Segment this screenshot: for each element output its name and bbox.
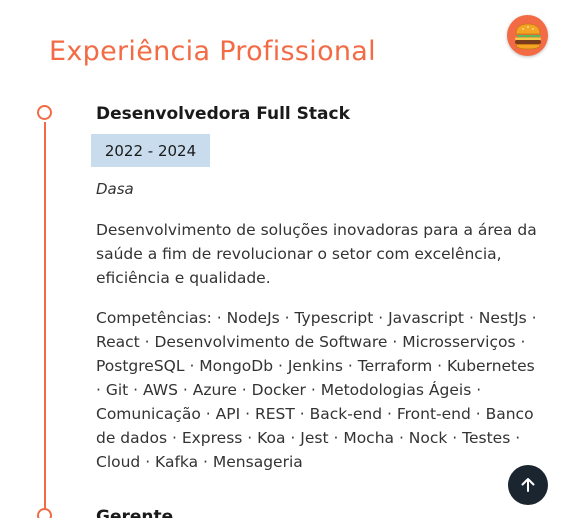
section-title: Experiência Profissional — [49, 36, 376, 67]
skills-list: Competências: · NodeJs · Typescript · Ja… — [96, 309, 537, 471]
timeline-dot — [37, 105, 52, 120]
job-description: Desenvolvimento de soluções inovadoras p… — [96, 221, 537, 287]
job-title: Desenvolvedora Full Stack — [96, 104, 350, 124]
burger-icon — [514, 23, 541, 49]
company-name: Dasa — [96, 180, 134, 198]
timeline-dot — [37, 508, 52, 518]
arrow-up-icon — [521, 478, 535, 492]
timeline-line — [44, 122, 46, 512]
experience-section: Experiência Profissional Desenvolvedora … — [0, 0, 565, 518]
job-title: Gerente — [96, 507, 174, 518]
scroll-to-top-button[interactable] — [508, 465, 548, 505]
menu-button[interactable] — [507, 15, 548, 56]
period-badge: 2022 - 2024 — [91, 134, 210, 167]
